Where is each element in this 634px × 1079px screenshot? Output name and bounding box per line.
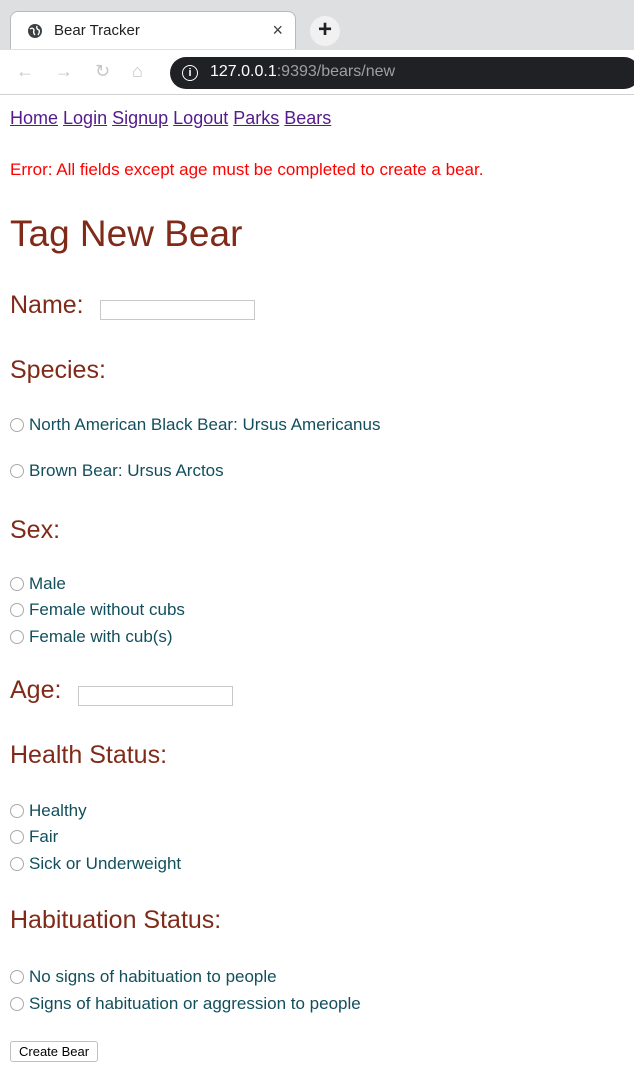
age-label: Age: [10,676,62,704]
radio-button[interactable] [10,970,24,984]
sex-option-female-with-cubs[interactable]: Female with cub(s) [10,627,173,647]
tab-close-icon[interactable]: × [272,20,283,40]
species-option-black-bear[interactable]: North American Black Bear: Ursus America… [10,415,380,435]
radio-button[interactable] [10,630,24,644]
name-label: Name: [10,291,84,319]
nav-link-bears[interactable]: Bears [284,108,331,128]
reload-icon[interactable]: ↻ [95,61,110,82]
health-option-sick[interactable]: Sick or Underweight [10,854,181,874]
site-nav: Home Login Signup Logout Parks Bears [10,108,331,129]
globe-icon [28,24,42,38]
page-title: Tag New Bear [10,213,243,254]
option-label: Signs of habituation or aggression to pe… [29,994,361,1013]
radio-button[interactable] [10,804,24,818]
nav-link-home[interactable]: Home [10,108,58,128]
option-label: Fair [29,827,59,846]
option-label: North American Black Bear: Ursus America… [29,415,381,434]
error-message: Error: All fields except age must be com… [10,160,484,179]
info-icon[interactable]: i [182,65,198,81]
option-label: Brown Bear: Ursus Arctos [29,461,224,480]
radio-button[interactable] [10,577,24,591]
browser-tab-strip: Bear Tracker × + [0,0,634,50]
nav-link-parks[interactable]: Parks [233,108,279,128]
browser-toolbar: ← → ↻ ⌂ i 127.0.0.1:9393/bears/new [0,50,634,95]
radio-button[interactable] [10,830,24,844]
species-option-brown-bear[interactable]: Brown Bear: Ursus Arctos [10,461,224,481]
url-path: :9393/bears/new [276,63,396,80]
option-label: No signs of habituation to people [29,967,277,986]
url-text: 127.0.0.1:9393/bears/new [210,63,395,81]
age-input[interactable] [78,686,233,706]
nav-link-signup[interactable]: Signup [112,108,168,128]
sex-option-female-no-cubs[interactable]: Female without cubs [10,600,185,620]
radio-button[interactable] [10,418,24,432]
back-icon[interactable]: ← [16,61,34,82]
health-option-healthy[interactable]: Healthy [10,801,87,821]
nav-link-login[interactable]: Login [63,108,107,128]
address-bar[interactable]: i 127.0.0.1:9393/bears/new [170,57,634,89]
option-label: Sick or Underweight [29,854,182,873]
option-label: Female without cubs [29,600,185,619]
browser-tab[interactable]: Bear Tracker × [10,11,296,49]
option-label: Male [29,574,66,593]
radio-button[interactable] [10,857,24,871]
radio-button[interactable] [10,603,24,617]
radio-button[interactable] [10,997,24,1011]
habituation-label: Habituation Status: [10,906,222,934]
option-label: Female with cub(s) [29,627,173,646]
species-label: Species: [10,356,106,384]
habituation-option-none[interactable]: No signs of habituation to people [10,967,277,987]
health-label: Health Status: [10,741,168,769]
tab-title: Bear Tracker [54,22,140,39]
create-bear-button[interactable]: Create Bear [10,1041,99,1062]
sex-option-male[interactable]: Male [10,574,66,594]
health-option-fair[interactable]: Fair [10,827,58,847]
forward-icon[interactable]: → [55,61,73,82]
option-label: Healthy [29,801,87,820]
url-host: 127.0.0.1 [210,63,277,80]
habituation-option-aggressive[interactable]: Signs of habituation or aggression to pe… [10,994,361,1014]
radio-button[interactable] [10,464,24,478]
name-input[interactable] [100,300,255,320]
home-icon[interactable]: ⌂ [132,61,143,82]
new-tab-button[interactable]: + [310,16,340,46]
sex-label: Sex: [10,516,61,544]
nav-link-logout[interactable]: Logout [173,108,228,128]
